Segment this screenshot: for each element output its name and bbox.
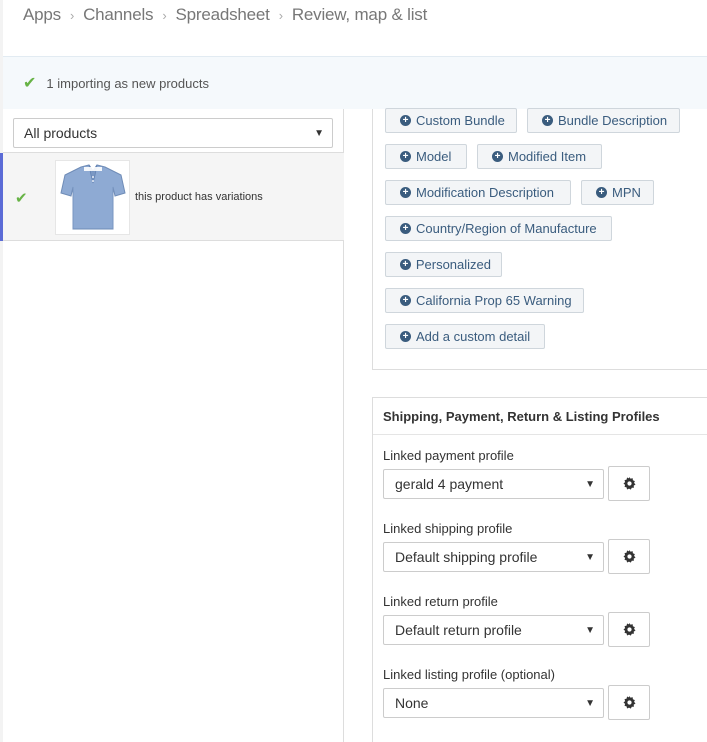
- product-variation-note: this product has variations: [135, 191, 263, 203]
- add-custom-bundle-button[interactable]: + Custom Bundle: [385, 108, 517, 133]
- import-notice-text: 1 importing as new products: [46, 75, 209, 91]
- chevron-right-icon: ›: [69, 8, 75, 23]
- listing-profile-select[interactable]: None ▼: [383, 688, 604, 718]
- caret-down-icon: ▼: [585, 624, 595, 636]
- plus-circle-icon: +: [400, 259, 411, 270]
- button-label: Custom Bundle: [416, 113, 505, 128]
- gear-icon: [622, 623, 636, 636]
- product-filter-value: All products: [24, 125, 98, 141]
- payment-profile-settings-button[interactable]: [608, 466, 650, 501]
- return-profile-settings-button[interactable]: [608, 612, 650, 647]
- button-label: Modification Description: [416, 185, 555, 200]
- plus-circle-icon: +: [542, 115, 553, 126]
- plus-circle-icon: +: [400, 151, 411, 162]
- breadcrumb: Apps › Channels › Spreadsheet › Review, …: [0, 0, 707, 56]
- add-custom-detail-button[interactable]: + Add a custom detail: [385, 324, 545, 349]
- checkmark-icon: ✔: [15, 190, 28, 207]
- button-label: Modified Item: [508, 149, 587, 164]
- caret-down-icon: ▼: [585, 697, 595, 709]
- payment-profile-value: gerald 4 payment: [395, 476, 504, 492]
- shipping-profile-label: Linked shipping profile: [383, 521, 513, 536]
- return-profile-value: Default return profile: [395, 622, 522, 638]
- button-label: Add a custom detail: [416, 329, 531, 344]
- add-country-region-button[interactable]: + Country/Region of Manufacture: [385, 216, 612, 241]
- listing-profile-settings-button[interactable]: [608, 685, 650, 720]
- listing-profile-value: None: [395, 695, 429, 711]
- add-california-prop65-button[interactable]: + California Prop 65 Warning: [385, 288, 584, 313]
- product-filter-select[interactable]: All products ▼: [13, 118, 333, 148]
- return-profile-label: Linked return profile: [383, 594, 498, 609]
- plus-circle-icon: +: [400, 187, 411, 198]
- add-mpn-button[interactable]: + MPN: [581, 180, 654, 205]
- product-list-panel: All products ▼ ✔ this product has variat…: [0, 109, 344, 742]
- button-label: Model: [416, 149, 452, 164]
- breadcrumb-spreadsheet[interactable]: Spreadsheet: [175, 5, 269, 25]
- add-modification-description-button[interactable]: + Modification Description: [385, 180, 571, 205]
- selection-marker: [0, 153, 3, 241]
- add-model-button[interactable]: + Model: [385, 144, 467, 169]
- caret-down-icon: ▼: [314, 127, 324, 139]
- gear-icon: [622, 696, 636, 709]
- plus-circle-icon: +: [400, 223, 411, 234]
- caret-down-icon: ▼: [585, 551, 595, 563]
- product-thumbnail: [55, 160, 130, 235]
- listing-profile-label: Linked listing profile (optional): [383, 667, 555, 682]
- profiles-title: Shipping, Payment, Return & Listing Prof…: [373, 398, 707, 435]
- item-specifics-card: + Custom Bundle + Bundle Description + M…: [372, 108, 707, 370]
- add-modified-item-button[interactable]: + Modified Item: [477, 144, 602, 169]
- add-personalized-button[interactable]: + Personalized: [385, 252, 502, 277]
- plus-circle-icon: +: [400, 295, 411, 306]
- details-panel: + Custom Bundle + Bundle Description + M…: [372, 108, 707, 742]
- profiles-card: Shipping, Payment, Return & Listing Prof…: [372, 397, 707, 742]
- button-label: MPN: [612, 185, 641, 200]
- chevron-right-icon: ›: [278, 8, 283, 23]
- return-profile-select[interactable]: Default return profile ▼: [383, 615, 604, 645]
- shipping-profile-settings-button[interactable]: [608, 539, 650, 574]
- product-row[interactable]: ✔ this product has variations: [0, 152, 344, 241]
- plus-circle-icon: +: [492, 151, 503, 162]
- breadcrumb-apps[interactable]: Apps: [23, 5, 61, 25]
- breadcrumb-channels[interactable]: Channels: [83, 5, 153, 25]
- chevron-right-icon: ›: [162, 8, 167, 23]
- gear-icon: [622, 477, 636, 490]
- button-label: Personalized: [415, 257, 491, 272]
- breadcrumb-current: Review, map & list: [291, 5, 428, 24]
- plus-circle-icon: +: [400, 115, 411, 126]
- payment-profile-select[interactable]: gerald 4 payment ▼: [383, 469, 604, 499]
- button-label: Country/Region of Manufacture: [416, 221, 597, 236]
- shipping-profile-select[interactable]: Default shipping profile ▼: [383, 542, 604, 572]
- shipping-profile-value: Default shipping profile: [395, 549, 538, 565]
- gear-icon: [622, 550, 636, 563]
- button-label: California Prop 65 Warning: [416, 293, 572, 308]
- add-bundle-description-button[interactable]: + Bundle Description: [527, 108, 680, 133]
- plus-circle-icon: +: [596, 187, 607, 198]
- payment-profile-label: Linked payment profile: [383, 448, 514, 463]
- caret-down-icon: ▼: [585, 478, 595, 490]
- import-notice: ✔ 1 importing as new products: [3, 56, 707, 109]
- checkmark-icon: ✔: [23, 75, 37, 92]
- page: Apps › Channels › Spreadsheet › Review, …: [0, 0, 707, 742]
- polo-shirt-icon: [59, 163, 126, 229]
- plus-circle-icon: +: [400, 331, 411, 342]
- button-label: Bundle Description: [558, 113, 668, 128]
